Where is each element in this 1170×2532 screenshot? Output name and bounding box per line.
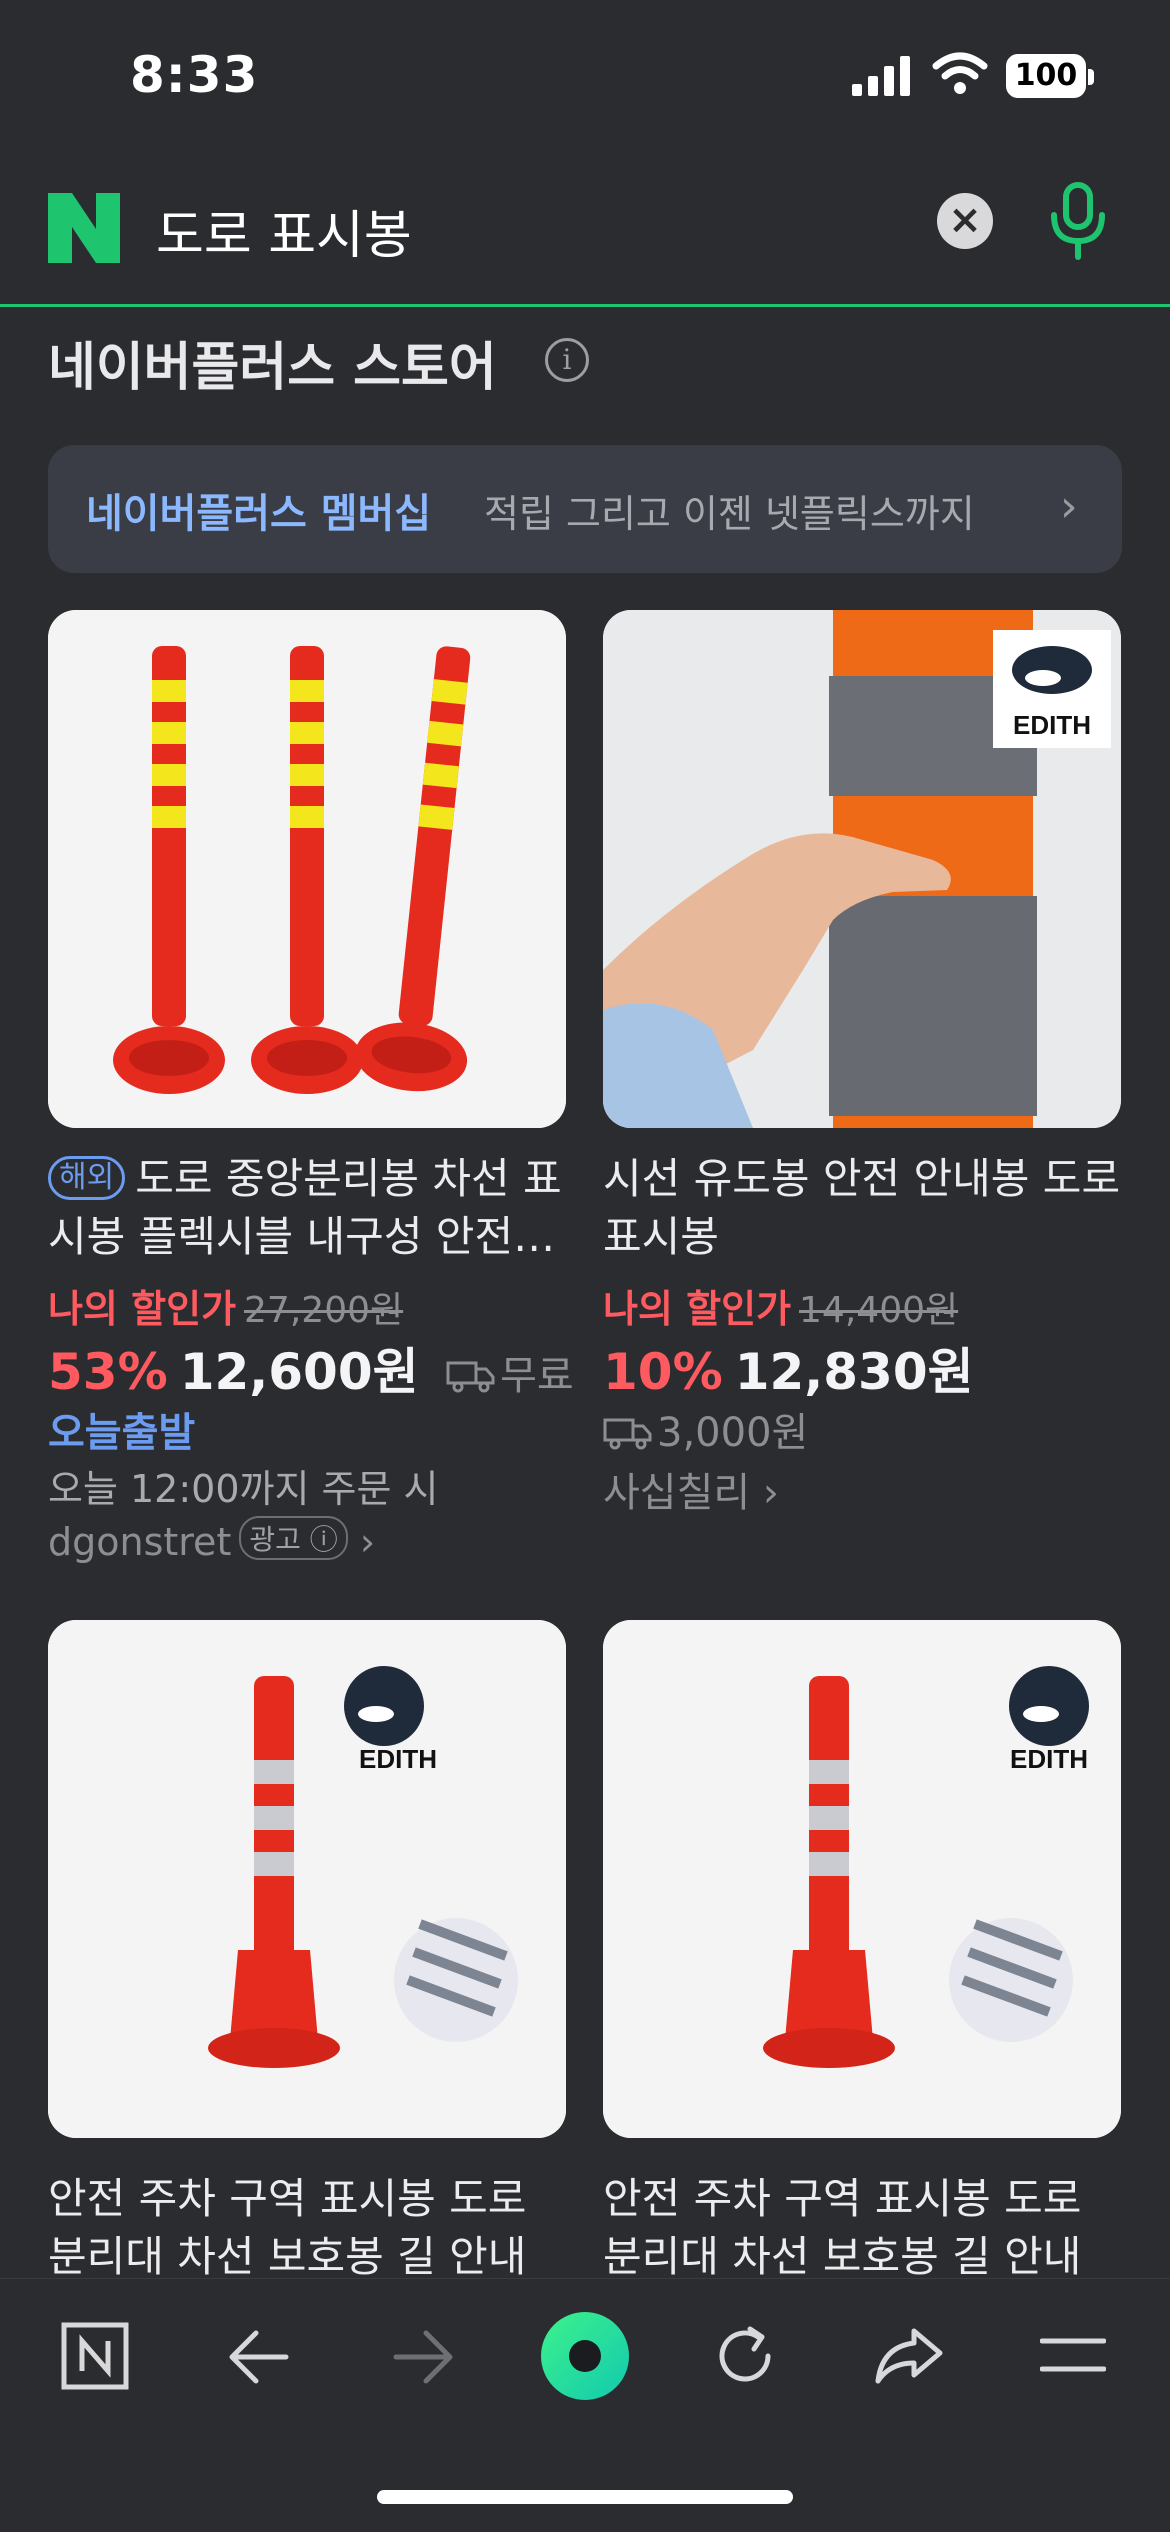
original-price: 14,400원 [799, 1290, 959, 1331]
edith-logo: EDITH [1010, 1744, 1088, 1774]
shipping-row: 3,000원 [603, 1400, 808, 1458]
product-card[interactable]: EDITH 안전 주차 구역 표시봉 도로 분리대 차선 보호봉 길 안내 [603, 1620, 1121, 2281]
section-title: 네이버플러스 스토어 [48, 338, 497, 398]
product-title[interactable]: 안전 주차 구역 표시봉 도로 분리대 차선 보호봉 길 안내 [48, 2170, 566, 2286]
product-image[interactable] [48, 610, 566, 1128]
sale-price: 12,830원 [734, 1343, 974, 1401]
seller-name: 사십칠리 [603, 1470, 751, 1516]
discount-percent: 10% [603, 1343, 723, 1401]
banner-subtitle: 적립 그리고 이젠 넷플릭스까지 [484, 492, 975, 536]
refresh-icon[interactable] [712, 2323, 778, 2389]
product-image[interactable]: EDITH [603, 1620, 1121, 2138]
product-title[interactable]: 시선 유도봉 안전 안내봉 도로 표시봉 [603, 1150, 1121, 1266]
forward-icon [393, 2330, 453, 2384]
banner-title: 네이버플러스 멤버십 [86, 491, 432, 537]
discount-row: 나의 할인가 14,400원 [603, 1287, 959, 1331]
ad-badge[interactable]: 광고 ⓘ [239, 1516, 348, 1560]
shipping-fee: 3,000원 [657, 1410, 809, 1456]
battery-icon: 100 [1006, 54, 1094, 98]
discount-percent: 53% [48, 1343, 168, 1401]
truck-icon [446, 1361, 495, 1393]
share-icon[interactable] [874, 2325, 944, 2385]
product-image[interactable]: EDITH [603, 610, 1121, 1128]
product-card[interactable]: 해외도로 중앙분리봉 차선 표시봉 플렉시블 내구성 안전 관리 나의 할인가2… [48, 610, 574, 1570]
wifi-icon [932, 52, 988, 94]
product-image[interactable]: EDITH [48, 1620, 566, 2138]
search-input[interactable]: 도로 표시봉 [156, 193, 412, 268]
microphone-icon[interactable] [1046, 181, 1110, 261]
clear-search-button[interactable]: × [937, 193, 993, 249]
search-bar: 도로 표시봉 × [0, 165, 1170, 307]
seller-name: dgonstret [48, 1520, 232, 1564]
shipping-fee: 무료 [500, 1353, 574, 1399]
status-bar: 8:33 100 [0, 0, 1170, 150]
cellular-signal-icon [852, 56, 910, 96]
chevron-right-icon: › [1060, 481, 1078, 532]
discount-row: 나의 할인가 27,200원 [48, 1287, 404, 1331]
back-icon[interactable] [228, 2329, 290, 2385]
product-card[interactable]: EDITH 안전 주차 구역 표시봉 도로 분리대 차선 보호봉 길 안내 [48, 1620, 566, 2281]
truck-icon [603, 1418, 652, 1450]
edith-logo: EDITH [1013, 710, 1091, 740]
seller-row[interactable]: 사십칠리 › [603, 1460, 779, 1518]
price-row: 53% 12,600원 무료 [48, 1332, 574, 1404]
membership-banner[interactable]: 네이버플러스 멤버십 적립 그리고 이젠 넷플릭스까지 › [48, 445, 1122, 573]
product-card[interactable]: EDITH 시선 유도봉 안전 안내봉 도로 표시봉 나의 할인가 14,400원… [603, 610, 1121, 1570]
seller-row[interactable]: dgonstret 광고 ⓘ › [48, 1516, 375, 1564]
delivery-badge: 오늘출발 [48, 1410, 196, 1456]
product-title[interactable]: 안전 주차 구역 표시봉 도로 분리대 차선 보호봉 길 안내 [603, 2170, 1121, 2286]
green-dot-icon[interactable] [540, 2311, 630, 2401]
sale-price: 12,600원 [179, 1343, 419, 1401]
info-icon[interactable]: i [545, 338, 589, 382]
overseas-badge: 해외 [48, 1156, 126, 1200]
edith-logo: EDITH [359, 1744, 437, 1774]
home-indicator[interactable] [377, 2490, 793, 2504]
delivery-note: 오늘 12:00까지 주문 시 [48, 1467, 439, 1511]
status-time: 8:33 [130, 46, 259, 104]
original-price: 27,200원 [244, 1290, 404, 1331]
product-title[interactable]: 해외도로 중앙분리봉 차선 표시봉 플렉시블 내구성 안전 관리 [48, 1150, 566, 1266]
price-row: 10% 12,830원 [603, 1332, 974, 1404]
menu-icon[interactable] [1040, 2335, 1106, 2375]
naver-logo-icon[interactable] [48, 193, 120, 263]
naver-home-icon[interactable] [60, 2321, 130, 2391]
